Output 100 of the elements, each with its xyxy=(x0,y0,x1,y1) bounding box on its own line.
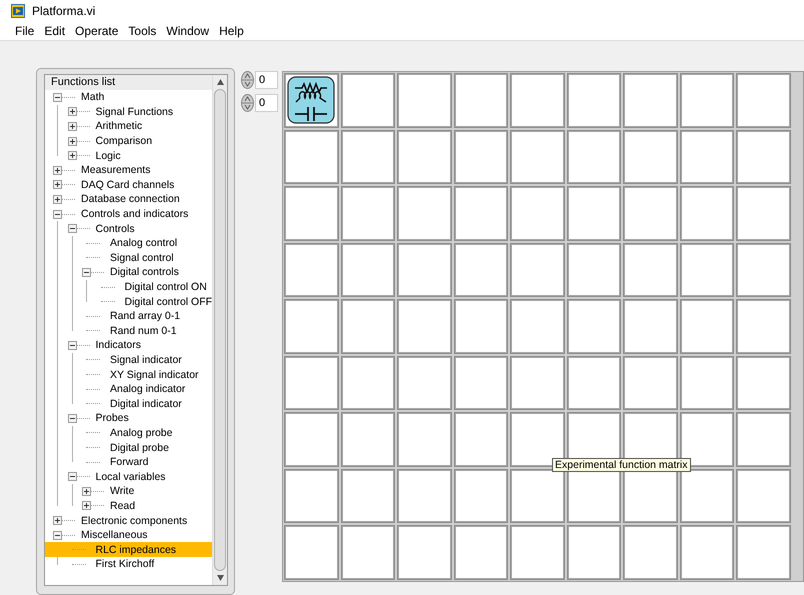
tree-item[interactable]: Analog probe xyxy=(45,426,212,440)
matrix-cell[interactable] xyxy=(397,130,452,184)
tree-item[interactable]: First Kirchoff xyxy=(45,557,212,572)
matrix-cell[interactable] xyxy=(340,412,396,466)
matrix-cell[interactable] xyxy=(736,356,791,410)
collapse-icon[interactable] xyxy=(82,268,91,277)
matrix-cell[interactable] xyxy=(623,186,678,240)
matrix-cell[interactable] xyxy=(566,525,622,580)
collapse-icon[interactable] xyxy=(53,210,62,219)
tree-item[interactable]: Comparison xyxy=(45,134,212,148)
matrix-cell[interactable] xyxy=(680,73,734,128)
matrix-cell[interactable] xyxy=(680,186,734,240)
collapse-icon[interactable] xyxy=(53,530,62,540)
tree-item[interactable]: Signal indicator xyxy=(45,352,212,368)
matrix-cell[interactable] xyxy=(736,299,791,354)
matrix-cell[interactable] xyxy=(623,299,678,354)
menu-item[interactable]: Window xyxy=(161,22,214,40)
tree-item[interactable]: Controls and indicators xyxy=(45,206,212,222)
expand-icon[interactable] xyxy=(82,486,91,496)
matrix-cell[interactable] xyxy=(566,242,622,297)
tree-item[interactable]: Miscellaneous xyxy=(45,528,212,542)
matrix-cell[interactable] xyxy=(340,130,396,184)
collapse-icon[interactable] xyxy=(68,414,76,423)
tree-item[interactable]: Digital control OFF xyxy=(45,294,212,309)
matrix-cell[interactable] xyxy=(454,468,508,523)
expand-icon[interactable] xyxy=(53,180,62,190)
tree-item[interactable]: Digital probe xyxy=(45,440,212,455)
tree-item[interactable]: Signal Functions xyxy=(45,104,212,120)
matrix-cell[interactable] xyxy=(454,299,508,354)
matrix-cell[interactable] xyxy=(736,412,791,466)
matrix-cell[interactable] xyxy=(736,186,791,240)
matrix-cell[interactable] xyxy=(566,130,622,184)
tree-item[interactable]: Signal control xyxy=(45,250,212,266)
matrix-cell[interactable] xyxy=(566,73,622,128)
matrix-cell[interactable] xyxy=(680,299,734,354)
expand-icon[interactable] xyxy=(53,516,62,526)
collapse-icon[interactable] xyxy=(68,224,76,234)
tree-item[interactable]: Indicators xyxy=(45,338,212,353)
tree-item[interactable]: Probes xyxy=(45,411,212,426)
tree-item[interactable]: Electronic components xyxy=(45,513,212,528)
menu-item[interactable]: Help xyxy=(214,22,249,40)
matrix-cell[interactable] xyxy=(454,242,508,297)
matrix-cell[interactable] xyxy=(454,186,508,240)
matrix-cell[interactable] xyxy=(397,356,452,410)
matrix-cell[interactable] xyxy=(397,186,452,240)
tree-item[interactable]: Measurements xyxy=(45,162,212,178)
matrix-cell[interactable] xyxy=(397,468,452,523)
tree-item[interactable]: DAQ Card channels xyxy=(45,178,212,192)
matrix-cell[interactable] xyxy=(454,412,508,466)
matrix-cell[interactable] xyxy=(340,73,396,128)
tree-item[interactable]: XY Signal indicator xyxy=(45,367,212,382)
matrix-cell[interactable] xyxy=(736,130,791,184)
tree-item[interactable]: Arithmetic xyxy=(45,119,212,134)
matrix-cell[interactable] xyxy=(623,73,678,128)
matrix-cell[interactable] xyxy=(397,73,452,128)
matrix-cell[interactable] xyxy=(736,525,791,580)
tree-item[interactable]: Rand array 0-1 xyxy=(45,308,212,324)
expand-icon[interactable] xyxy=(53,194,62,204)
expand-icon[interactable] xyxy=(68,122,76,131)
tree-item[interactable]: Write xyxy=(45,484,212,499)
tree-item[interactable]: Math xyxy=(45,90,212,105)
expand-icon[interactable] xyxy=(53,166,62,175)
matrix-cell[interactable] xyxy=(510,186,565,240)
collapse-icon[interactable] xyxy=(68,472,76,482)
tree-item[interactable]: Analog indicator xyxy=(45,382,212,396)
matrix-cell[interactable] xyxy=(397,242,452,297)
matrix-cell[interactable] xyxy=(284,525,339,580)
matrix-cell[interactable] xyxy=(510,468,565,523)
tree-item[interactable]: Local variables xyxy=(45,469,212,484)
matrix-cell[interactable] xyxy=(454,130,508,184)
tree-item[interactable]: Analog control xyxy=(45,236,212,251)
matrix-cell[interactable] xyxy=(736,242,791,297)
matrix-cell[interactable] xyxy=(623,242,678,297)
spinner-icon[interactable] xyxy=(241,71,254,89)
matrix-cell[interactable] xyxy=(284,468,339,523)
matrix-cell[interactable] xyxy=(510,299,565,354)
spinner-icon[interactable] xyxy=(241,94,254,112)
matrix-cell[interactable] xyxy=(454,525,508,580)
tree-item[interactable]: Digital control ON xyxy=(45,280,212,294)
matrix-cell[interactable] xyxy=(736,468,791,523)
matrix-cell[interactable] xyxy=(510,525,565,580)
matrix-cell[interactable] xyxy=(566,186,622,240)
matrix-cell[interactable] xyxy=(284,186,339,240)
scroll-down-icon[interactable] xyxy=(216,575,224,581)
tree-item[interactable]: Digital controls xyxy=(45,265,212,280)
matrix-cell[interactable] xyxy=(340,468,396,523)
matrix-cell[interactable] xyxy=(284,356,339,410)
matrix-cell[interactable] xyxy=(623,130,678,184)
matrix-cell[interactable] xyxy=(340,242,396,297)
matrix-cell[interactable] xyxy=(566,356,622,410)
menu-item[interactable]: Tools xyxy=(123,22,162,40)
collapse-icon[interactable] xyxy=(68,340,76,350)
matrix-cell[interactable] xyxy=(680,525,734,580)
index-field[interactable]: 0 xyxy=(255,71,278,89)
tree-item[interactable]: Digital indicator xyxy=(45,396,212,412)
matrix-cell[interactable] xyxy=(284,130,339,184)
matrix-cell[interactable] xyxy=(397,299,452,354)
matrix-cell[interactable] xyxy=(284,242,339,297)
matrix-cell[interactable] xyxy=(680,242,734,297)
matrix-cell[interactable] xyxy=(566,299,622,354)
